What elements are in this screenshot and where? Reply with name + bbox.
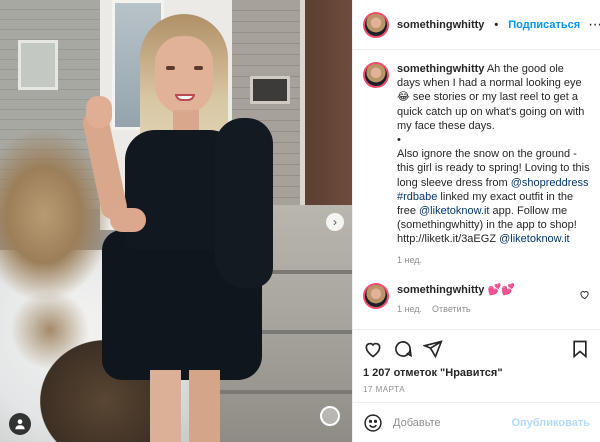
person-eye [166,66,175,70]
person-sleeve [215,118,273,288]
comment-text: somethingwhitty 💕💕 [397,283,515,296]
avatar[interactable] [363,282,389,309]
header-separator: • [494,18,499,31]
caption: somethingwhitty Ah the good ole days whe… [363,62,590,265]
instagram-post: › somethingwhitty • Подписаться ⋯ someth… [0,0,600,442]
mention-link[interactable]: @shopreddress [511,177,589,189]
caption-meta: 1 нед. [397,255,590,265]
header-username[interactable]: somethingwhitty [397,19,484,31]
person-face [155,36,213,114]
person-eye [194,66,203,70]
post-date[interactable]: 17 МАРТА [353,379,600,402]
person-legs [150,370,220,442]
follow-button[interactable]: Подписаться [508,19,580,31]
avatar[interactable] [363,11,389,38]
share-icon[interactable] [423,339,443,359]
post-photo[interactable]: › [0,0,352,442]
comments-section: somethingwhitty Ah the good ole days whe… [353,50,600,329]
person-hand [110,208,146,232]
bookmark-icon[interactable] [570,339,590,359]
more-icon[interactable]: ⋯ [588,16,600,33]
person-tag-icon[interactable] [9,413,31,435]
heart-icon[interactable] [363,339,383,359]
person-hand [86,96,112,128]
comment-meta: 1 нед. Ответить [397,304,515,314]
hashtag-link[interactable]: #rdbabe [397,191,437,203]
caption-text: somethingwhitty Ah the good ole days whe… [397,62,590,247]
publish-button[interactable]: Опубликовать [511,417,590,429]
post-sidebar: somethingwhitty • Подписаться ⋯ somethin… [352,0,600,442]
post-header: somethingwhitty • Подписаться ⋯ [353,0,600,50]
comment-item: somethingwhitty 💕💕 1 нед. Ответить [363,282,590,314]
photo-person [80,0,273,442]
mention-link[interactable]: @liketoknow.it [499,233,569,245]
photo-window [18,40,58,90]
comment-input[interactable]: Добавьте [393,417,441,429]
photo-front-door [300,0,352,210]
heart-icon[interactable] [579,289,590,300]
comment-username[interactable]: somethingwhitty [397,284,484,296]
action-bar [353,329,600,367]
likes-count[interactable]: 1 207 отметок "Нравится" [353,367,600,379]
comment-content: 💕💕 [487,283,515,296]
caption-username[interactable]: somethingwhitty [397,63,484,75]
avatar[interactable] [363,62,389,88]
emoji-icon[interactable] [363,413,383,433]
photo-action-icon[interactable] [320,406,340,426]
caption-bullet: • [397,134,401,147]
chevron-right-icon[interactable]: › [326,213,344,231]
comment-time[interactable]: 1 нед. [397,304,422,314]
reply-button[interactable]: Ответить [432,304,470,314]
add-comment-bar: Добавьте Опубликовать [353,402,600,442]
comment-icon[interactable] [393,339,413,359]
caption-time[interactable]: 1 нед. [397,255,422,265]
mention-link[interactable]: @liketoknow.it [419,205,489,217]
